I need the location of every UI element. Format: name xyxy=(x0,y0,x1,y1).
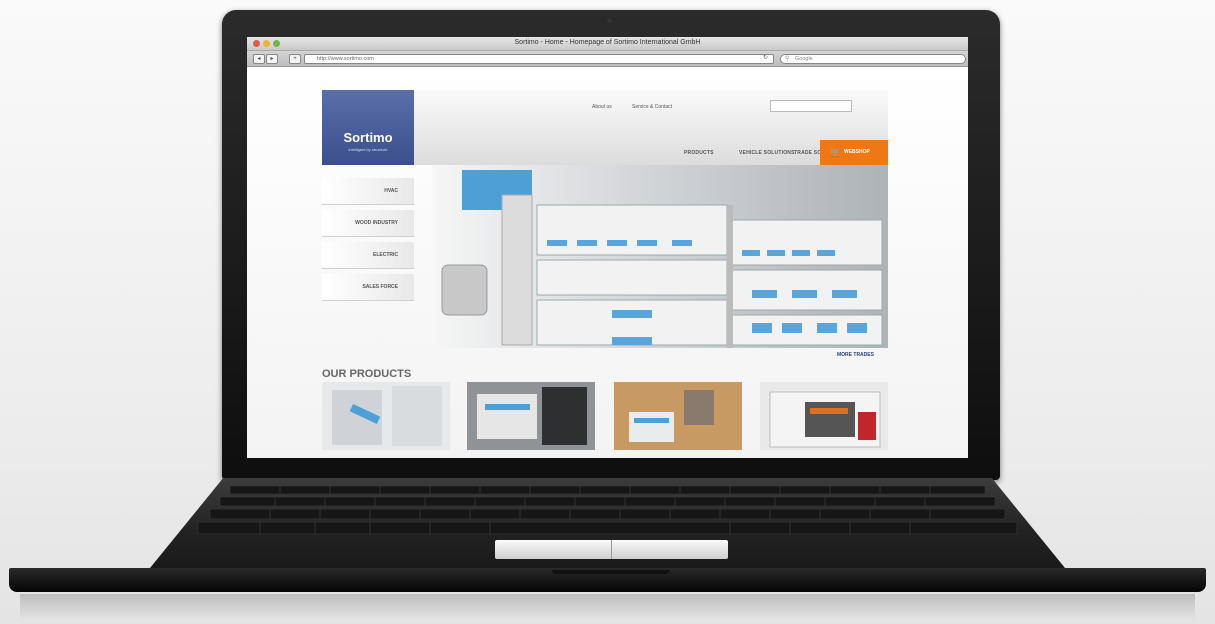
chevron-right-icon: ▸ xyxy=(270,56,274,62)
our-products-heading: OUR PRODUCTS xyxy=(322,368,412,380)
cart-icon: 🛒 xyxy=(830,147,842,157)
add-bookmark-button[interactable]: + xyxy=(289,54,301,64)
plus-icon: + xyxy=(293,56,297,62)
trackpad-divider xyxy=(611,540,612,559)
address-bar[interactable]: http://www.sortimo.com xyxy=(304,54,774,64)
trade-sales-force[interactable]: SALES FORCE xyxy=(322,274,414,301)
trade-hvac[interactable]: HVAC xyxy=(322,178,414,205)
webcam xyxy=(607,18,612,23)
webshop-button[interactable]: 🛒 WEBSHOP xyxy=(820,140,888,165)
reload-icon[interactable]: ↻ xyxy=(763,54,768,61)
page-content: Sortimo intelligent by structure About u… xyxy=(247,68,968,458)
back-button[interactable]: ◂ xyxy=(253,54,265,64)
search-placeholder: Google xyxy=(795,56,813,62)
product-image-drawers[interactable] xyxy=(322,382,450,450)
laptop-scene: Sortimo - Home - Homepage of Sortimo Int… xyxy=(0,0,1215,624)
search-icon: ⚲ xyxy=(785,56,790,62)
logo-tagline: intelligent by structure xyxy=(348,147,388,152)
browser-window: Sortimo - Home - Homepage of Sortimo Int… xyxy=(247,37,968,458)
webshop-label: WEBSHOP xyxy=(844,149,870,155)
chevron-left-icon: ◂ xyxy=(257,56,261,62)
product-image-van[interactable] xyxy=(760,382,888,450)
product-image-cases[interactable] xyxy=(467,382,595,450)
service-contact-link[interactable]: Service & Contact xyxy=(632,104,672,110)
keyboard xyxy=(197,485,1018,535)
browser-search-field[interactable]: ⚲ Google xyxy=(780,54,966,64)
title-bar: Sortimo - Home - Homepage of Sortimo Int… xyxy=(247,37,968,51)
trade-wood-industry[interactable]: WOOD INDUSTRY xyxy=(322,210,414,237)
lid-notch xyxy=(552,570,670,574)
forward-button[interactable]: ▸ xyxy=(266,54,278,64)
about-us-link[interactable]: About us xyxy=(592,104,612,110)
trade-electric[interactable]: ELECTRIC xyxy=(322,242,414,269)
window-title: Sortimo - Home - Homepage of Sortimo Int… xyxy=(514,39,701,46)
browser-toolbar: ◂ ▸ + http://www.sortimo.com ↻ ⚲ Google xyxy=(247,51,968,67)
sortimo-logo[interactable]: Sortimo intelligent by structure xyxy=(322,90,414,165)
site-header: About us Service & Contact PRODUCTS VEHI… xyxy=(414,90,888,165)
more-trades-link[interactable]: MORE TRADES xyxy=(837,352,874,358)
nav-products[interactable]: PRODUCTS xyxy=(684,150,714,156)
product-image-boxes[interactable] xyxy=(614,382,742,450)
reflection xyxy=(20,594,1195,620)
site-search-input[interactable] xyxy=(770,100,852,112)
hero-image xyxy=(432,165,888,348)
nav-vehicle-solutions[interactable]: VEHICLE SOLUTIONS xyxy=(739,150,795,156)
logo-name: Sortimo xyxy=(343,130,393,145)
